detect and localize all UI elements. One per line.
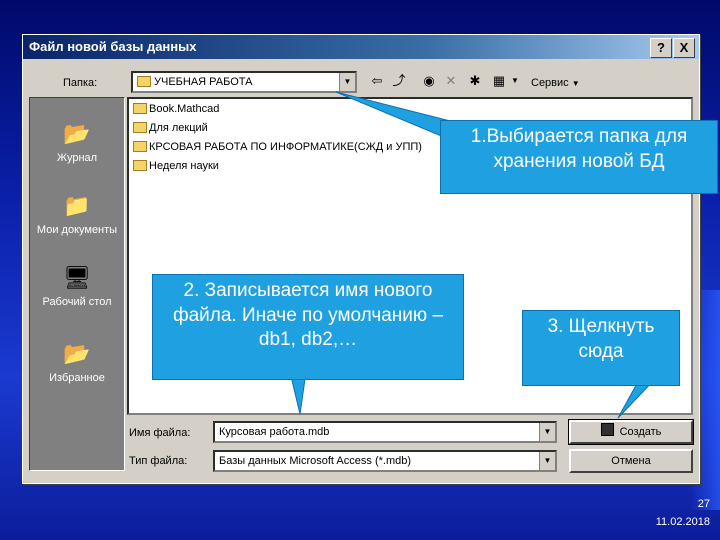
tools-menu[interactable]: Сервис ▼	[531, 77, 580, 89]
place-label: Рабочий стол	[42, 296, 112, 308]
new-database-dialog: Файл новой базы данных ? X Папка: УЧЕБНА…	[22, 34, 700, 484]
list-item-label: Неделя науки	[149, 160, 219, 172]
folder-value-wrap: УЧЕБНАЯ РАБОТА	[137, 76, 252, 88]
places-bar: 📂 Журнал 📁 Мои документы 🖥 Рабочий стол …	[29, 97, 125, 471]
search-web-icon[interactable]: ◉	[419, 71, 439, 91]
views-icon[interactable]: ▦	[489, 71, 509, 91]
folder-icon	[133, 122, 147, 133]
filename-label: Имя файла:	[129, 427, 191, 439]
chevron-down-icon[interactable]: ▼	[539, 452, 555, 470]
cancel-button[interactable]: Отмена	[569, 449, 693, 473]
place-label: Журнал	[56, 152, 98, 164]
folder-icon	[133, 160, 147, 171]
tools-chevron-icon: ▼	[571, 79, 580, 88]
place-favorites[interactable]: 📂 Избранное	[30, 338, 124, 384]
folder-select[interactable]: УЧЕБНАЯ РАБОТА ▼	[131, 71, 357, 93]
filetype-label: Тип файла:	[129, 455, 188, 467]
folder-value: УЧЕБНАЯ РАБОТА	[154, 76, 253, 88]
list-item[interactable]: Неделя науки	[133, 160, 219, 172]
create-label: Создать	[619, 426, 662, 438]
history-icon: 📂	[63, 121, 91, 146]
tools-label: Сервис	[531, 77, 569, 89]
save-icon	[600, 423, 614, 436]
up-folder-icon[interactable]: ⤴	[389, 71, 409, 91]
chevron-down-icon[interactable]: ▼	[539, 423, 555, 441]
dialog-title: Файл новой базы данных	[29, 39, 197, 54]
place-label: Мои документы	[36, 224, 118, 236]
views-chevron-icon[interactable]: ▼	[509, 71, 521, 91]
place-desktop[interactable]: 🖥 Рабочий стол	[30, 262, 124, 308]
list-item-label: Book.Mathcad	[149, 103, 220, 115]
delete-icon[interactable]: ✕	[441, 71, 461, 91]
folder-icon	[137, 76, 151, 87]
place-history[interactable]: 📂 Журнал	[30, 118, 124, 164]
place-label: Избранное	[49, 372, 105, 384]
titlebar: Файл новой базы данных ? X	[23, 35, 699, 59]
desktop-icon: 🖥	[63, 265, 91, 290]
my-documents-icon: 📁	[63, 193, 91, 218]
list-item[interactable]: КРСОВАЯ РАБОТА ПО ИНФОРМАТИКЕ(СЖД и УПП)	[133, 141, 422, 153]
filename-value: Курсовая работа.mdb	[219, 426, 330, 438]
help-button[interactable]: ?	[650, 38, 672, 58]
list-item[interactable]: Для лекций	[133, 122, 208, 134]
slide-date: 11.02.2018	[655, 516, 710, 528]
list-item[interactable]: Book.Mathcad	[133, 103, 219, 115]
filetype-select[interactable]: Базы данных Microsoft Access (*.mdb) ▼	[213, 450, 557, 472]
callout-filename: 2. Записывается имя нового файла. Иначе …	[152, 274, 464, 380]
place-my-documents[interactable]: 📁 Мои документы	[30, 190, 124, 236]
callout-create: 3. Щелкнуть сюда	[522, 310, 680, 386]
page-number: 27	[697, 498, 710, 510]
filetype-value: Базы данных Microsoft Access (*.mdb)	[219, 455, 412, 467]
create-button[interactable]: Создать	[568, 419, 694, 445]
list-item-label: КРСОВАЯ РАБОТА ПО ИНФОРМАТИКЕ(СЖД и УПП)	[149, 141, 422, 153]
folder-icon	[133, 141, 147, 152]
folder-label: Папка:	[63, 77, 98, 89]
callout-folder: 1.Выбирается папка для хранения новой БД	[440, 120, 718, 194]
close-button[interactable]: X	[673, 38, 695, 58]
new-folder-icon[interactable]: ✱	[465, 71, 485, 91]
folder-icon	[133, 103, 147, 114]
filename-input[interactable]: Курсовая работа.mdb ▼	[213, 421, 557, 443]
favorites-icon: 📂	[63, 341, 91, 366]
back-icon[interactable]: ⇦	[367, 71, 387, 91]
list-item-label: Для лекций	[149, 122, 208, 134]
chevron-down-icon[interactable]: ▼	[339, 73, 355, 91]
